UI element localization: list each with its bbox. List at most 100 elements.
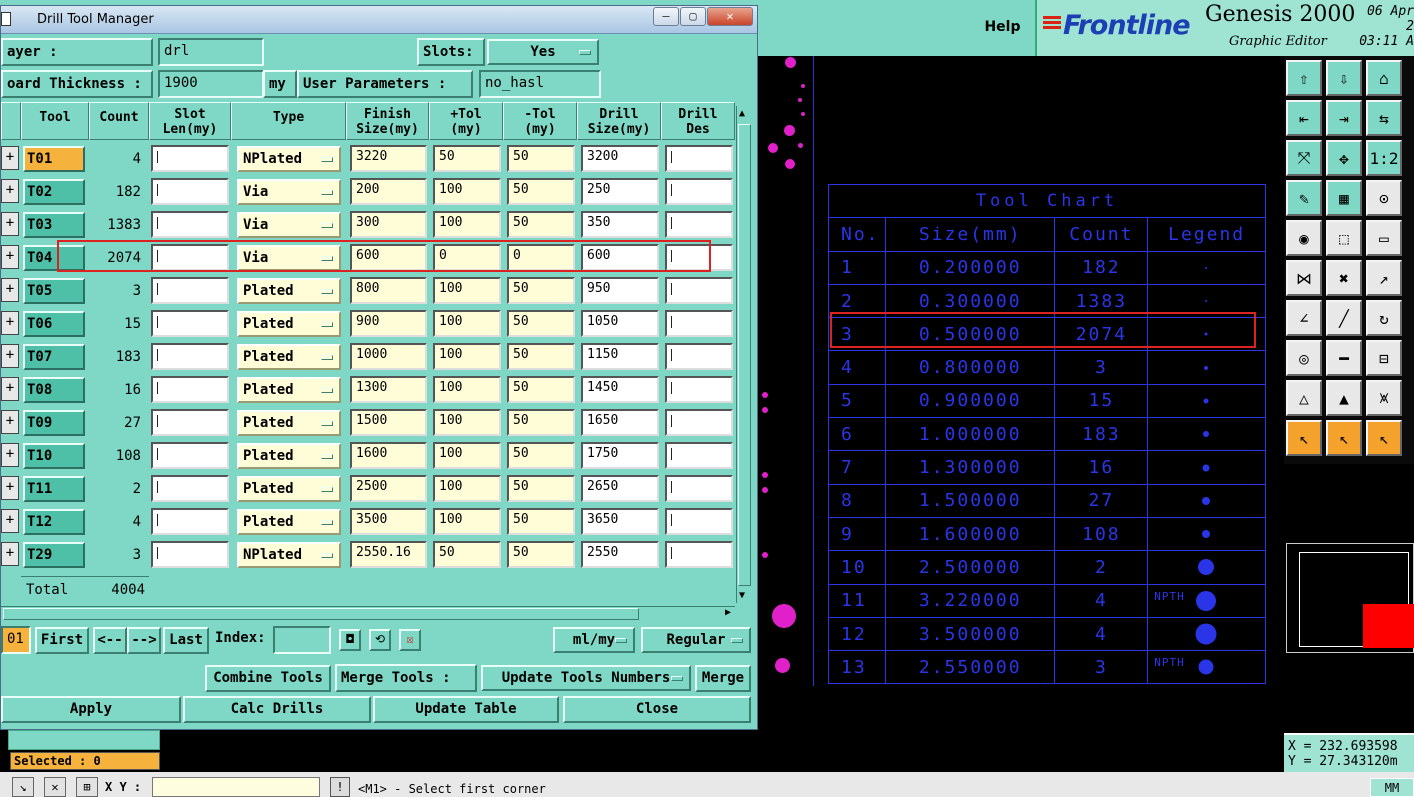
- finish-size-input[interactable]: 1600: [350, 442, 427, 469]
- select-ext-icon[interactable]: ↖: [1366, 420, 1402, 456]
- tool-cell[interactable]: T08: [23, 377, 85, 403]
- row-expand-button[interactable]: +: [1, 476, 19, 500]
- slot-len-input[interactable]: [151, 145, 229, 172]
- drill-size-input[interactable]: 350: [581, 211, 659, 238]
- table-row[interactable]: + T09 27 Plated 1500 100 50 1650: [1, 406, 735, 439]
- table-row[interactable]: + T11 2 Plated 2500 100 50 2650: [1, 472, 735, 505]
- current-tool-field[interactable]: 01: [1, 626, 31, 654]
- type-select[interactable]: NPlated: [237, 146, 341, 172]
- row-expand-button[interactable]: +: [1, 509, 19, 533]
- slot-len-input[interactable]: [151, 541, 229, 568]
- dash-icon[interactable]: ━: [1326, 340, 1362, 376]
- minus-tol-input[interactable]: 50: [507, 376, 575, 403]
- tool-cell[interactable]: T29: [23, 542, 85, 568]
- header-type[interactable]: Type: [231, 102, 346, 140]
- first-button[interactable]: First: [35, 627, 89, 654]
- grid-icon[interactable]: ⊞: [76, 777, 98, 797]
- row-expand-button[interactable]: +: [1, 410, 19, 434]
- row-expand-button[interactable]: +: [1, 311, 19, 335]
- slot-len-input[interactable]: [151, 211, 229, 238]
- table-row[interactable]: + T03 1383 Via 300 100 50 350: [1, 208, 735, 241]
- drill-des-input[interactable]: [665, 376, 733, 403]
- header-slot-len[interactable]: Slot Len(my): [149, 102, 231, 140]
- step-in-icon[interactable]: ⇤: [1286, 100, 1322, 136]
- header-count[interactable]: Count: [89, 102, 149, 140]
- plus-tol-input[interactable]: 50: [433, 541, 501, 568]
- arrow-icon[interactable]: ↗: [1366, 260, 1402, 296]
- header-drill-size[interactable]: Drill Size(my): [577, 102, 661, 140]
- layer-list-field[interactable]: [8, 730, 160, 750]
- scale-icon[interactable]: 1:2: [1366, 140, 1402, 176]
- tool-cell[interactable]: T06: [23, 311, 85, 337]
- dialog-titlebar[interactable]: Drill Tool Manager – ▢ ✕: [1, 6, 757, 34]
- slot-len-input[interactable]: [151, 178, 229, 205]
- slot-len-input[interactable]: [151, 409, 229, 436]
- minus-tol-input[interactable]: 50: [507, 310, 575, 337]
- plus-tol-input[interactable]: 100: [433, 178, 501, 205]
- slot-len-input[interactable]: [151, 376, 229, 403]
- header-drill-des[interactable]: Drill Des: [661, 102, 735, 140]
- user-parameters-field[interactable]: no_hasl: [479, 70, 601, 98]
- drill-des-input[interactable]: [665, 541, 733, 568]
- close-button[interactable]: Close: [563, 696, 751, 723]
- row-expand-button[interactable]: +: [1, 344, 19, 368]
- finish-size-input[interactable]: 2550.16: [350, 541, 427, 568]
- combine-tools-button[interactable]: Combine Tools: [205, 665, 331, 692]
- drill-des-input[interactable]: [665, 475, 733, 502]
- export-icon[interactable]: ⇧: [1286, 60, 1322, 96]
- plus-tol-input[interactable]: 100: [433, 343, 501, 370]
- units-select[interactable]: ml/my: [553, 627, 635, 653]
- type-select[interactable]: NPlated: [237, 542, 341, 568]
- tool-cell[interactable]: T01: [23, 146, 85, 172]
- circle-icon[interactable]: ◉: [1286, 220, 1322, 256]
- horizontal-scroll-thumb[interactable]: [3, 608, 639, 620]
- delete-icon[interactable]: ☒: [399, 629, 421, 651]
- minus-tol-input[interactable]: 50: [507, 409, 575, 436]
- select-icon[interactable]: ↖: [1326, 420, 1362, 456]
- finish-size-input[interactable]: 800: [350, 277, 427, 304]
- drill-size-input[interactable]: 3650: [581, 508, 659, 535]
- tool-cell[interactable]: T09: [23, 410, 85, 436]
- ruler-icon[interactable]: ▭: [1366, 220, 1402, 256]
- table-row[interactable]: + T02 182 Via 200 100 50 250: [1, 175, 735, 208]
- snap-icon[interactable]: ⊙: [1366, 180, 1402, 216]
- row-expand-button[interactable]: +: [1, 377, 19, 401]
- drill-des-input[interactable]: [665, 310, 733, 337]
- index-field[interactable]: [273, 626, 331, 654]
- plus-tol-input[interactable]: 50: [433, 145, 501, 172]
- row-expand-button[interactable]: +: [1, 278, 19, 302]
- drill-size-input[interactable]: 1050: [581, 310, 659, 337]
- finish-size-input[interactable]: 1500: [350, 409, 427, 436]
- layer-field[interactable]: drl: [158, 38, 264, 66]
- minimize-button[interactable]: –: [653, 7, 679, 26]
- drill-size-input[interactable]: 2550: [581, 541, 659, 568]
- type-select[interactable]: Plated: [237, 377, 341, 403]
- scroll-down-icon[interactable]: ▼: [739, 590, 745, 601]
- finish-size-input[interactable]: 3220: [350, 145, 427, 172]
- table-row[interactable]: + T12 4 Plated 3500 100 50 3650: [1, 505, 735, 538]
- vertical-scroll-thumb[interactable]: [738, 124, 751, 586]
- finish-size-input[interactable]: 2500: [350, 475, 427, 502]
- vertical-scrollbar[interactable]: ▲ ▼: [736, 106, 752, 603]
- row-expand-button[interactable]: +: [1, 212, 19, 236]
- drill-des-input[interactable]: [665, 409, 733, 436]
- import-icon[interactable]: ⇩: [1326, 60, 1362, 96]
- row-expand-button[interactable]: +: [1, 245, 19, 269]
- type-select[interactable]: Plated: [237, 443, 341, 469]
- finish-size-input[interactable]: 3500: [350, 508, 427, 535]
- header-tool[interactable]: Tool: [21, 102, 89, 140]
- pad-icon[interactable]: ◎: [1286, 340, 1322, 376]
- tool-cell[interactable]: T11: [23, 476, 85, 502]
- plus-tol-input[interactable]: 100: [433, 211, 501, 238]
- minus-tol-input[interactable]: 50: [507, 508, 575, 535]
- table-row[interactable]: + T01 4 NPlated 3220 50 50 3200: [1, 142, 735, 175]
- minus-tol-input[interactable]: 50: [507, 211, 575, 238]
- table-row[interactable]: + T07 183 Plated 1000 100 50 1150: [1, 340, 735, 373]
- arch-icon[interactable]: ⩙: [1366, 380, 1402, 416]
- type-select[interactable]: Plated: [237, 476, 341, 502]
- align-icon[interactable]: ⊟: [1366, 340, 1402, 376]
- prev-button[interactable]: <--: [93, 627, 127, 654]
- horizontal-scrollbar[interactable]: ▶: [1, 606, 735, 621]
- update-table-button[interactable]: Update Table: [373, 696, 559, 723]
- mode-select[interactable]: Regular: [641, 627, 751, 653]
